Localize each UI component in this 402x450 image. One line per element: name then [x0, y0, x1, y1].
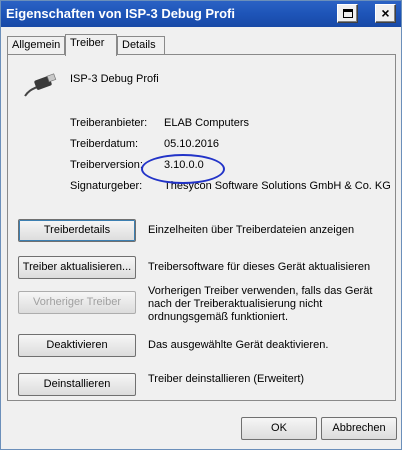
driver-panel: ISP-3 Debug Profi Treiberanbieter: ELAB …	[7, 54, 396, 401]
update-driver-button[interactable]: Treiber aktualisieren...	[18, 256, 136, 279]
provider-label: Treiberanbieter:	[70, 117, 148, 129]
device-name: ISP-3 Debug Profi	[70, 73, 159, 85]
uninstall-driver-description: Treiber deinstallieren (Erweitert)	[148, 373, 305, 385]
disable-device-description: Das ausgewählte Gerät deaktivieren.	[148, 339, 329, 351]
tab-allgemein[interactable]: Allgemein	[7, 36, 65, 55]
title-bar[interactable]: Eigenschaften von ISP-3 Debug Profi ×	[1, 1, 401, 27]
update-driver-description: Treibersoftware für dieses Gerät aktuali…	[148, 261, 371, 273]
tab-treiber[interactable]: Treiber	[65, 34, 117, 56]
version-label: Treiberversion:	[70, 159, 143, 171]
rollback-driver-description: Vorherigen Treiber verwenden, falls das …	[148, 285, 373, 323]
uninstall-driver-button[interactable]: Deinstallieren	[18, 373, 136, 396]
close-icon: ×	[381, 5, 390, 21]
version-highlight	[141, 154, 225, 184]
rollback-driver-button[interactable]: Vorheriger Treiber	[18, 291, 136, 314]
driver-details-description: Einzelheiten über Treiberdateien anzeige…	[148, 224, 355, 236]
date-label: Treiberdatum:	[70, 138, 139, 150]
properties-dialog: Eigenschaften von ISP-3 Debug Profi × Al…	[0, 0, 402, 450]
cancel-button[interactable]: Abbrechen	[321, 417, 397, 440]
usb-device-icon	[24, 73, 57, 97]
signer-label: Signaturgeber:	[70, 180, 143, 192]
provider-value: ELAB Computers	[164, 117, 249, 129]
help-icon	[343, 9, 353, 18]
ok-button[interactable]: OK	[241, 417, 317, 440]
driver-details-button[interactable]: Treiberdetails	[18, 219, 136, 242]
help-button[interactable]	[337, 4, 358, 23]
window-title: Eigenschaften von ISP-3 Debug Profi	[6, 6, 235, 21]
close-button[interactable]: ×	[375, 4, 396, 23]
disable-device-button[interactable]: Deaktivieren	[18, 334, 136, 357]
tab-details[interactable]: Details	[117, 36, 165, 55]
date-value: 05.10.2016	[164, 138, 220, 150]
